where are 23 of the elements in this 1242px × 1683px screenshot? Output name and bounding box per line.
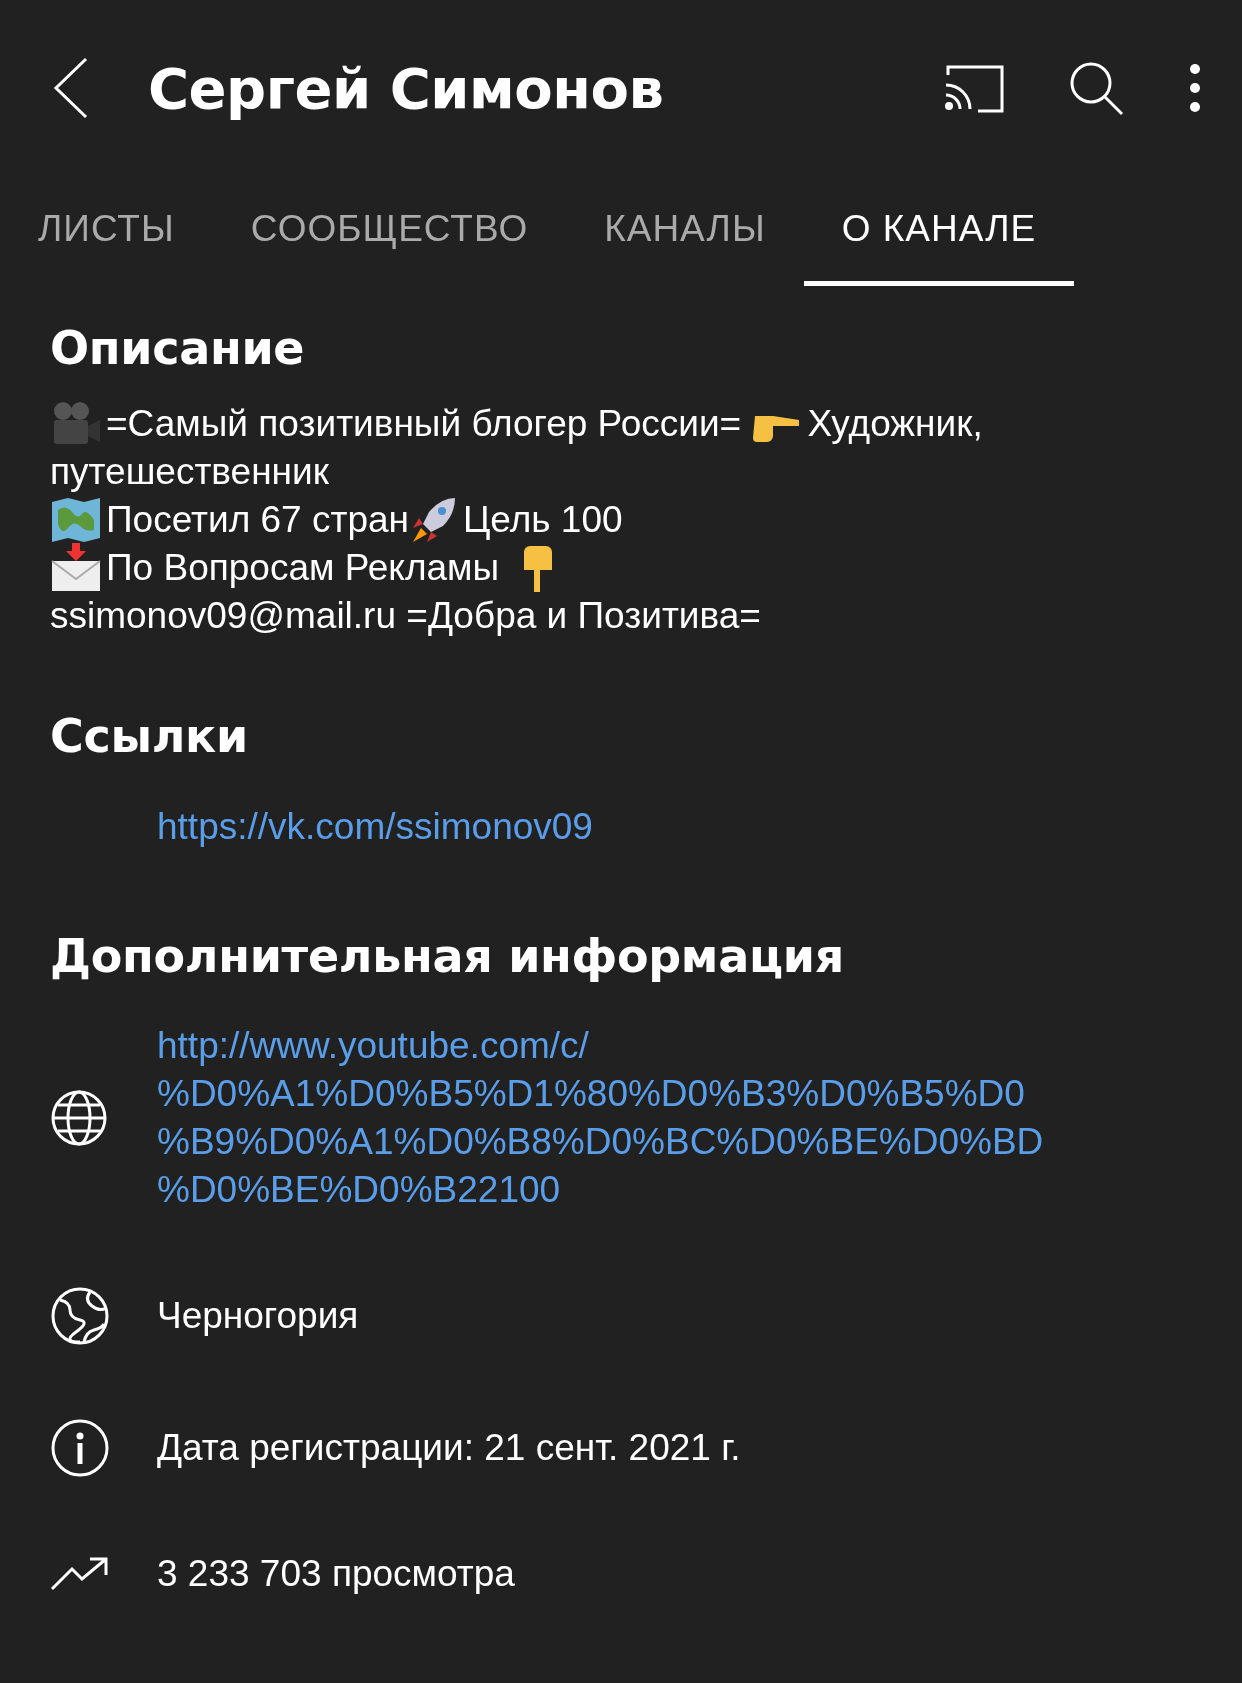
detail-text: Дата регистрации: 21 сент. 2021 г. <box>157 1426 741 1470</box>
website-link[interactable]: http://www.youtube.com/c/ %D0%A1%D0%B5%D1%80%D0%B3%D0%B5%D0 %B9%D0%A1%D0%B8%D0%BC%D0%BE%D0%BD %D0%BE%D0%B22100 <box>157 1022 1044 1214</box>
section-heading: Дополнительная информация <box>50 928 845 985</box>
tab[interactable]: О КАНАЛЕ <box>803 176 1075 286</box>
channel-title: Сергей Симонов <box>148 55 665 121</box>
section-heading: Ссылки <box>50 708 249 765</box>
channel-description: =Самый позитивный блогер России= Художник, путешественник Посетил 67 стран Цель 100 По Вопросам Рекламы ssimonov09@mail.ru =Добра и Позитива= <box>50 400 1192 640</box>
tab[interactable]: ЛИСТЫ <box>0 176 213 286</box>
cast-icon[interactable] <box>942 63 1004 113</box>
search-icon[interactable] <box>1068 60 1124 116</box>
section-heading: Описание <box>50 320 306 377</box>
envelope-icon <box>50 543 102 593</box>
link[interactable]: https://vk.com/ssimonov09 <box>157 806 593 848</box>
earth-icon <box>50 1286 110 1346</box>
detail-text: Черногория <box>157 1294 359 1338</box>
trending-icon <box>50 1557 110 1591</box>
map-icon <box>50 496 102 544</box>
tab[interactable]: КАНАЛЫ <box>566 176 804 286</box>
detail-text: 3 233 703 просмотра <box>157 1552 515 1596</box>
more-icon[interactable] <box>1188 63 1202 113</box>
info-icon <box>50 1418 110 1478</box>
globe-icon <box>50 1089 108 1147</box>
tab[interactable]: СООБЩЕСТВО <box>212 176 567 286</box>
